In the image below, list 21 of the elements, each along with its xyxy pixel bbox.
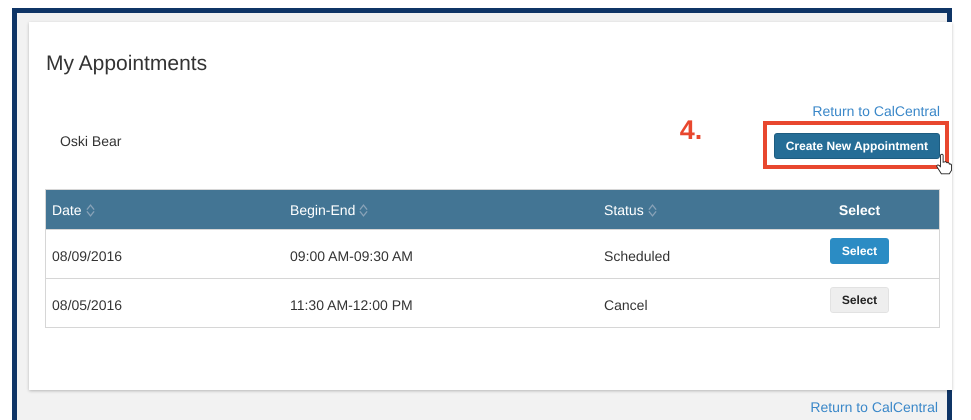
create-appointment-button[interactable]: Create New Appointment — [774, 133, 940, 159]
table-cell: Cancel — [604, 297, 648, 313]
table-cell: 09:00 AM-09:30 AM — [290, 248, 413, 264]
column-header[interactable]: Select — [838, 202, 880, 218]
sort-icon[interactable] — [359, 204, 368, 216]
select-button[interactable]: Select — [830, 238, 890, 264]
sort-icon[interactable] — [648, 204, 657, 216]
user-name: Oski Bear — [60, 133, 122, 149]
sort-icon[interactable] — [86, 204, 95, 216]
page-title: My Appointments — [46, 52, 208, 76]
column-header[interactable]: Begin-End — [290, 202, 356, 218]
column-header[interactable]: Status — [604, 202, 644, 218]
table-cell: Scheduled — [604, 248, 670, 264]
column-header[interactable]: Date — [52, 202, 82, 218]
return-link[interactable]: Return to CalCentral — [810, 399, 938, 415]
select-button[interactable]: Select — [830, 287, 890, 313]
table-cell: 08/09/2016 — [52, 248, 122, 264]
table-cell: 11:30 AM-12:00 PM — [290, 297, 413, 313]
step-number: 4. — [680, 117, 702, 144]
table-cell: 08/05/2016 — [52, 297, 122, 313]
return-link[interactable]: Return to CalCentral — [812, 103, 940, 119]
